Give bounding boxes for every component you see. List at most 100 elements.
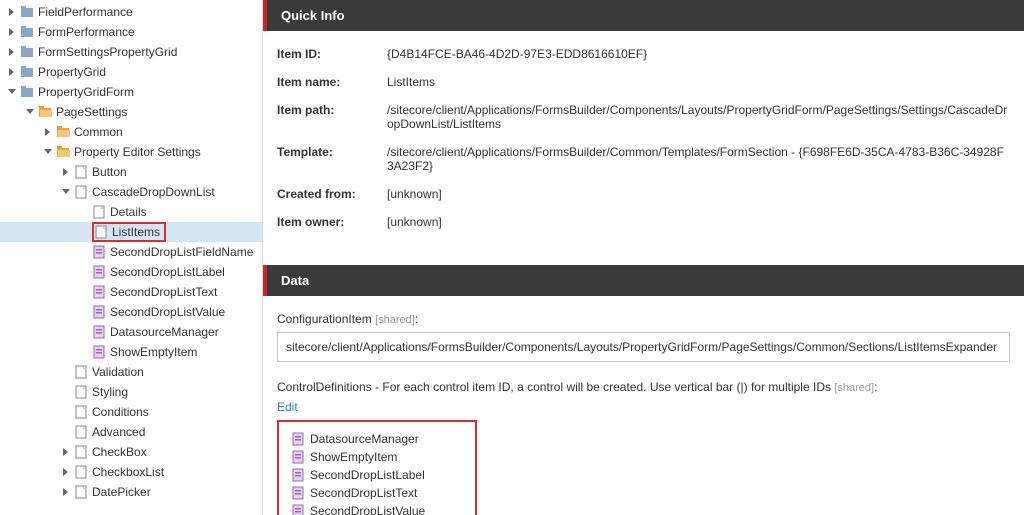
tree-node[interactable]: SecondDropListValue	[0, 302, 262, 322]
info-row: Created from:[unknown]	[277, 187, 1010, 201]
tree-node[interactable]: CascadeDropDownList	[0, 182, 262, 202]
tree-node[interactable]: Details	[0, 202, 262, 222]
tree-node[interactable]: Styling	[0, 382, 262, 402]
tree-node[interactable]: SecondDropListLabel	[0, 262, 262, 282]
tree-node-label: CheckBox	[92, 445, 147, 459]
config-item-input[interactable]	[277, 332, 1010, 362]
tree-node[interactable]: Property Editor Settings	[0, 142, 262, 162]
control-item[interactable]: SecondDropListValue	[291, 504, 463, 515]
expand-arrow-icon[interactable]	[60, 406, 72, 418]
tree-node[interactable]: DatePicker	[0, 482, 262, 502]
expand-arrow-icon[interactable]	[6, 66, 18, 78]
control-item[interactable]: ShowEmptyItem	[291, 450, 463, 464]
folder-blue-icon	[20, 5, 34, 19]
expand-arrow-icon[interactable]	[24, 106, 36, 118]
folder-blue-icon	[20, 85, 34, 99]
tree-node[interactable]: FormSettingsPropertyGrid	[0, 42, 262, 62]
edit-link[interactable]: Edit	[277, 400, 298, 414]
expand-arrow-icon[interactable]	[42, 126, 54, 138]
tree-node-label: DatePicker	[92, 485, 151, 499]
expand-arrow-icon[interactable]	[78, 346, 90, 358]
expand-arrow-icon[interactable]	[78, 326, 90, 338]
expand-arrow-icon[interactable]	[6, 26, 18, 38]
expand-arrow-icon[interactable]	[6, 86, 18, 98]
tree-node[interactable]: Advanced	[0, 422, 262, 442]
doc-icon	[74, 405, 88, 419]
expand-arrow-icon[interactable]	[6, 6, 18, 18]
folder-blue-icon	[20, 45, 34, 59]
tree-node[interactable]: FormPerformance	[0, 22, 262, 42]
form-icon	[291, 432, 305, 446]
expand-arrow-icon[interactable]	[60, 166, 72, 178]
doc-icon	[74, 185, 88, 199]
tree-node[interactable]: DatasourceManager	[0, 322, 262, 342]
tree-sidebar[interactable]: FieldPerformanceFormPerformanceFormSetti…	[0, 0, 263, 515]
tree-node[interactable]: Validation	[0, 362, 262, 382]
control-item[interactable]: SecondDropListText	[291, 486, 463, 500]
tree-node[interactable]: FieldPerformance	[0, 2, 262, 22]
tree-node-label: Conditions	[92, 405, 149, 419]
tree-node[interactable]: Button	[0, 162, 262, 182]
doc-icon	[94, 225, 108, 239]
control-item-label: DatasourceManager	[310, 432, 419, 446]
shared-tag: [shared]	[834, 382, 874, 394]
info-row: Template:/sitecore/client/Applications/F…	[277, 145, 1010, 173]
expand-arrow-icon[interactable]	[60, 386, 72, 398]
tree-node[interactable]: SecondDropListText	[0, 282, 262, 302]
expand-arrow-icon[interactable]	[78, 226, 90, 238]
tree-node[interactable]: SecondDropListFieldName	[0, 242, 262, 262]
expand-arrow-icon[interactable]	[78, 266, 90, 278]
control-item-label: SecondDropListValue	[310, 504, 425, 515]
tree-node-label: Details	[110, 205, 147, 219]
expand-arrow-icon[interactable]	[78, 206, 90, 218]
info-label: Created from:	[277, 187, 387, 201]
tree-node-label: SecondDropListValue	[110, 305, 225, 319]
info-label: Item owner:	[277, 215, 387, 229]
control-item[interactable]: SecondDropListLabel	[291, 468, 463, 482]
data-body: ConfigurationItem [shared]: ControlDefin…	[263, 296, 1024, 515]
expand-arrow-icon[interactable]	[42, 146, 54, 158]
folder-open-icon	[38, 105, 52, 119]
data-header[interactable]: Data	[263, 265, 1024, 296]
expand-arrow-icon[interactable]	[60, 446, 72, 458]
control-item-label: ShowEmptyItem	[310, 450, 397, 464]
expand-arrow-icon[interactable]	[78, 286, 90, 298]
main-content: Quick Info Item ID:{D4B14FCE-BA46-4D2D-9…	[263, 0, 1024, 515]
expand-arrow-icon[interactable]	[60, 186, 72, 198]
doc-icon	[74, 385, 88, 399]
tree-node-label: Button	[92, 165, 127, 179]
expand-arrow-icon[interactable]	[60, 486, 72, 498]
expand-arrow-icon[interactable]	[6, 46, 18, 58]
control-defs-label: ControlDefinitions - For each control it…	[277, 380, 1010, 394]
form-icon	[291, 450, 305, 464]
tree-node[interactable]: ListItems	[0, 222, 262, 242]
doc-icon	[74, 465, 88, 479]
app-root: FieldPerformanceFormPerformanceFormSetti…	[0, 0, 1024, 515]
expand-arrow-icon[interactable]	[60, 426, 72, 438]
expand-arrow-icon[interactable]	[78, 246, 90, 258]
info-label: Item ID:	[277, 47, 387, 61]
tree-node[interactable]: PageSettings	[0, 102, 262, 122]
tree-node[interactable]: PropertyGridForm	[0, 82, 262, 102]
expand-arrow-icon[interactable]	[60, 366, 72, 378]
info-value: [unknown]	[387, 215, 1010, 229]
tree-node-label: SecondDropListFieldName	[110, 245, 253, 259]
tree-node[interactable]: PropertyGrid	[0, 62, 262, 82]
doc-icon	[74, 425, 88, 439]
quick-info-header[interactable]: Quick Info	[263, 0, 1024, 31]
tree-node[interactable]: Common	[0, 122, 262, 142]
tree-node[interactable]: CheckboxList	[0, 462, 262, 482]
tree-node-label: Property Editor Settings	[74, 145, 201, 159]
tree-node[interactable]: CheckBox	[0, 442, 262, 462]
folder-blue-icon	[20, 25, 34, 39]
form-icon	[92, 305, 106, 319]
expand-arrow-icon[interactable]	[78, 306, 90, 318]
tree-node-label: CheckboxList	[92, 465, 164, 479]
info-value: [unknown]	[387, 187, 1010, 201]
expand-arrow-icon[interactable]	[60, 466, 72, 478]
tree-node[interactable]: Conditions	[0, 402, 262, 422]
tree-node[interactable]: ShowEmptyItem	[0, 342, 262, 362]
control-item[interactable]: DatasourceManager	[291, 432, 463, 446]
tree-node-label: Advanced	[92, 425, 145, 439]
tree-node-label: PropertyGridForm	[38, 85, 134, 99]
